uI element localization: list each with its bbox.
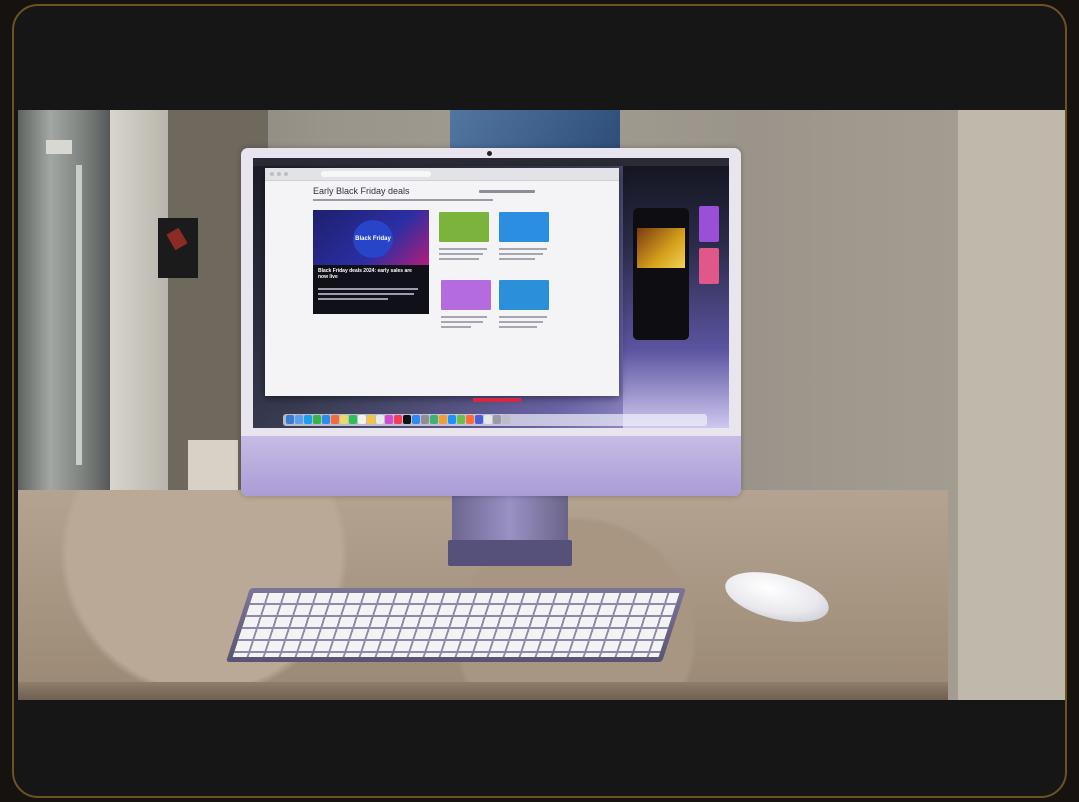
deal-text-line xyxy=(441,321,483,323)
right-wall xyxy=(958,110,1065,700)
deal-text-line xyxy=(499,316,547,318)
side-thumbnail xyxy=(699,248,719,284)
countertop-edge xyxy=(18,682,948,700)
header-link xyxy=(479,190,535,193)
refrigerator xyxy=(18,110,110,525)
wall-art xyxy=(158,218,198,278)
door-frame xyxy=(110,110,168,525)
imac-computer: Early Black Friday deals Black Friday Bl… xyxy=(241,148,741,496)
downloads-icon xyxy=(493,415,501,424)
imac-screen: Early Black Friday deals Black Friday Bl… xyxy=(253,158,729,428)
notes-icon xyxy=(367,415,375,424)
deal-text-line xyxy=(441,316,487,318)
safari-icon xyxy=(304,415,312,424)
deal-text-line xyxy=(441,326,471,328)
deal-tile xyxy=(441,280,491,310)
page-subtitle xyxy=(313,199,493,201)
maps-icon xyxy=(331,415,339,424)
hero-badge: Black Friday xyxy=(353,220,393,258)
pink-banner xyxy=(473,398,521,402)
deal-text-line xyxy=(499,326,537,328)
deal-text-line xyxy=(499,321,543,323)
reminders-icon xyxy=(376,415,384,424)
deal-tile xyxy=(439,212,489,242)
imac-chin xyxy=(241,436,741,496)
magic-keyboard xyxy=(226,588,687,662)
deal-text-line xyxy=(499,258,535,260)
side-thumbnail xyxy=(699,206,719,242)
imac-stand-base xyxy=(448,540,572,566)
pages-icon xyxy=(439,415,447,424)
hero-headline: Black Friday deals 2024: early sales are… xyxy=(318,268,412,280)
app-icon xyxy=(484,415,492,424)
photos-icon xyxy=(340,415,348,424)
keynote-icon xyxy=(448,415,456,424)
numbers-icon xyxy=(430,415,438,424)
podcasts-icon xyxy=(385,415,393,424)
deal-text-line xyxy=(499,248,547,250)
fridge-handle xyxy=(76,165,82,465)
finder-icon xyxy=(286,415,294,424)
launchpad-icon xyxy=(295,415,303,424)
app-icon xyxy=(457,415,465,424)
image-frame: Early Black Friday deals Black Friday Bl… xyxy=(12,4,1067,798)
music-icon xyxy=(394,415,402,424)
deal-tile xyxy=(499,212,549,242)
deal-text-line xyxy=(499,253,543,255)
tv-icon xyxy=(403,415,411,424)
messages-icon xyxy=(313,415,321,424)
address-bar xyxy=(321,171,431,177)
dock xyxy=(283,414,707,426)
browser-toolbar xyxy=(265,168,619,181)
photo: Early Black Friday deals Black Friday Bl… xyxy=(18,110,1065,700)
fridge-logo xyxy=(46,140,72,154)
phone-widget-image xyxy=(637,228,685,268)
painting xyxy=(450,110,620,150)
browser-window: Early Black Friday deals Black Friday Bl… xyxy=(265,168,619,396)
hero-text-line xyxy=(318,298,388,300)
page-title: Early Black Friday deals xyxy=(313,186,410,196)
minimize-icon xyxy=(277,172,281,176)
calendar-icon xyxy=(358,415,366,424)
deal-tile xyxy=(499,280,549,310)
hero-card: Black Friday Black Friday deals 2024: ea… xyxy=(313,210,429,314)
app-store-icon xyxy=(412,415,420,424)
deal-text-line xyxy=(439,258,479,260)
deal-text-line xyxy=(439,253,483,255)
close-icon xyxy=(270,172,274,176)
keyboard-keys xyxy=(232,593,680,657)
settings-icon xyxy=(421,415,429,424)
mail-icon xyxy=(322,415,330,424)
maximize-icon xyxy=(284,172,288,176)
deal-text-line xyxy=(439,248,487,250)
facetime-icon xyxy=(349,415,357,424)
trash-icon xyxy=(502,415,510,424)
app-icon xyxy=(475,415,483,424)
camera-icon xyxy=(487,151,492,156)
app-icon xyxy=(466,415,474,424)
hero-text-line xyxy=(318,288,418,290)
hero-text-line xyxy=(318,293,414,295)
menu-bar xyxy=(253,158,729,166)
